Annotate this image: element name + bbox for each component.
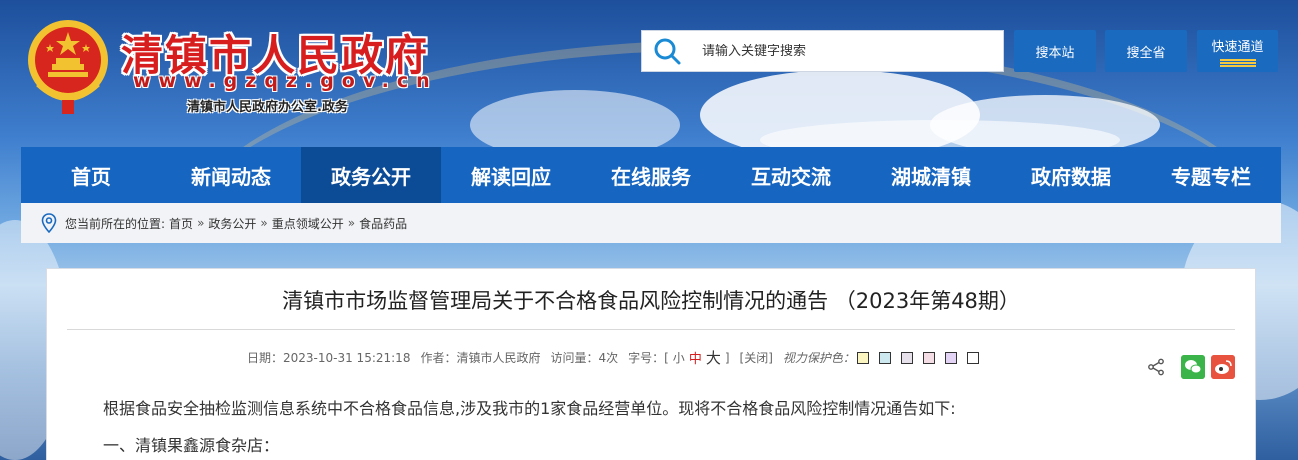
vision-color-swatch[interactable] (878, 351, 891, 364)
nav-item-lake-city[interactable]: 湖城清镇 (861, 147, 1001, 203)
nav-item-special-topics[interactable]: 专题专栏 (1141, 147, 1281, 203)
vision-color-swatch[interactable] (922, 351, 935, 364)
share-bar (1147, 355, 1235, 379)
main-nav: 首页 新闻动态 政务公开 解读回应 在线服务 互动交流 湖城清镇 政府数据 专题… (21, 147, 1281, 203)
search-province-button[interactable]: 搜全省 (1105, 30, 1187, 72)
search-box (641, 30, 1004, 72)
breadcrumb-link-gov-affairs[interactable]: 政务公开 (208, 215, 256, 232)
breadcrumb-prefix: 您当前所在的位置: (65, 216, 166, 231)
font-size-bracket: ] (724, 350, 730, 365)
meta-views: 访问量：4次 (550, 351, 619, 365)
breadcrumb-link-home[interactable]: 首页 (169, 215, 193, 232)
breadcrumb-separator: » (197, 216, 205, 230)
meta-author: 作者：清镇市人民政府 (420, 351, 541, 365)
search-icon[interactable] (652, 36, 682, 66)
nav-item-home[interactable]: 首页 (21, 147, 161, 203)
site-subtitle: 清镇市人民政府办公室.政务 (187, 100, 348, 115)
search-site-button[interactable]: 搜本站 (1014, 30, 1096, 72)
quick-access-label: 快速通道 (1211, 39, 1264, 55)
breadcrumb-link-key-areas[interactable]: 重点领域公开 (272, 215, 344, 232)
article-panel: 清镇市市场监督管理局关于不合格食品风险控制情况的通告 （2023年第48期） 日… (46, 268, 1256, 460)
font-size-label: 字号：[ (628, 351, 669, 365)
wechat-icon[interactable] (1181, 355, 1205, 379)
nav-item-gov-affairs[interactable]: 政务公开 (301, 147, 441, 203)
vision-color-swatch[interactable] (944, 351, 957, 364)
font-medium-button[interactable]: 中 (689, 348, 702, 367)
breadcrumb: 您当前所在的位置: 首页 » 政务公开 » 重点领域公开 » 食品药品 (21, 203, 1281, 243)
breadcrumb-separator: » (260, 216, 268, 230)
font-small-button[interactable]: 小 (673, 349, 685, 366)
breadcrumb-link-food-drugs[interactable]: 食品药品 (359, 215, 407, 232)
article-meta: 日期：2023-10-31 15:21:18 作者：清镇市人民政府 访问量：4次… (247, 347, 999, 368)
share-icon[interactable] (1147, 358, 1165, 376)
vision-color-swatch[interactable] (856, 351, 869, 364)
weibo-icon[interactable] (1211, 355, 1235, 379)
nav-item-interaction[interactable]: 互动交流 (721, 147, 861, 203)
site-domain: www.gzqz.gov.cn (133, 70, 438, 92)
search-input[interactable] (702, 43, 992, 59)
vision-color-swatches (856, 351, 989, 364)
location-pin-icon (41, 213, 57, 233)
vision-color-swatch[interactable] (966, 351, 979, 364)
menu-lines-icon (1219, 58, 1256, 67)
nav-item-gov-data[interactable]: 政府数据 (1001, 147, 1141, 203)
article-paragraph: 一、清镇果鑫源食杂店： (103, 436, 280, 455)
nav-item-news[interactable]: 新闻动态 (161, 147, 301, 203)
quick-access-button[interactable]: 快速通道 (1197, 30, 1278, 72)
meta-date: 日期：2023-10-31 15:21:18 (247, 351, 411, 365)
nav-item-interpretation[interactable]: 解读回应 (441, 147, 581, 203)
vision-color-label: 视力保护色： (782, 351, 855, 365)
vision-color-swatch[interactable] (900, 351, 913, 364)
font-large-button[interactable]: 大 (706, 347, 721, 368)
national-emblem-icon (28, 20, 108, 114)
title-divider (67, 329, 1235, 330)
nav-item-online-service[interactable]: 在线服务 (581, 147, 721, 203)
article-paragraph: 根据食品安全抽检监测信息系统中不合格食品信息,涉及我市的1家食品经营单位。现将不… (103, 399, 956, 418)
article-title: 清镇市市场监督管理局关于不合格食品风险控制情况的通告 （2023年第48期） (282, 289, 1020, 313)
breadcrumb-separator: » (347, 216, 356, 230)
close-link[interactable]: [关闭] (740, 349, 773, 366)
